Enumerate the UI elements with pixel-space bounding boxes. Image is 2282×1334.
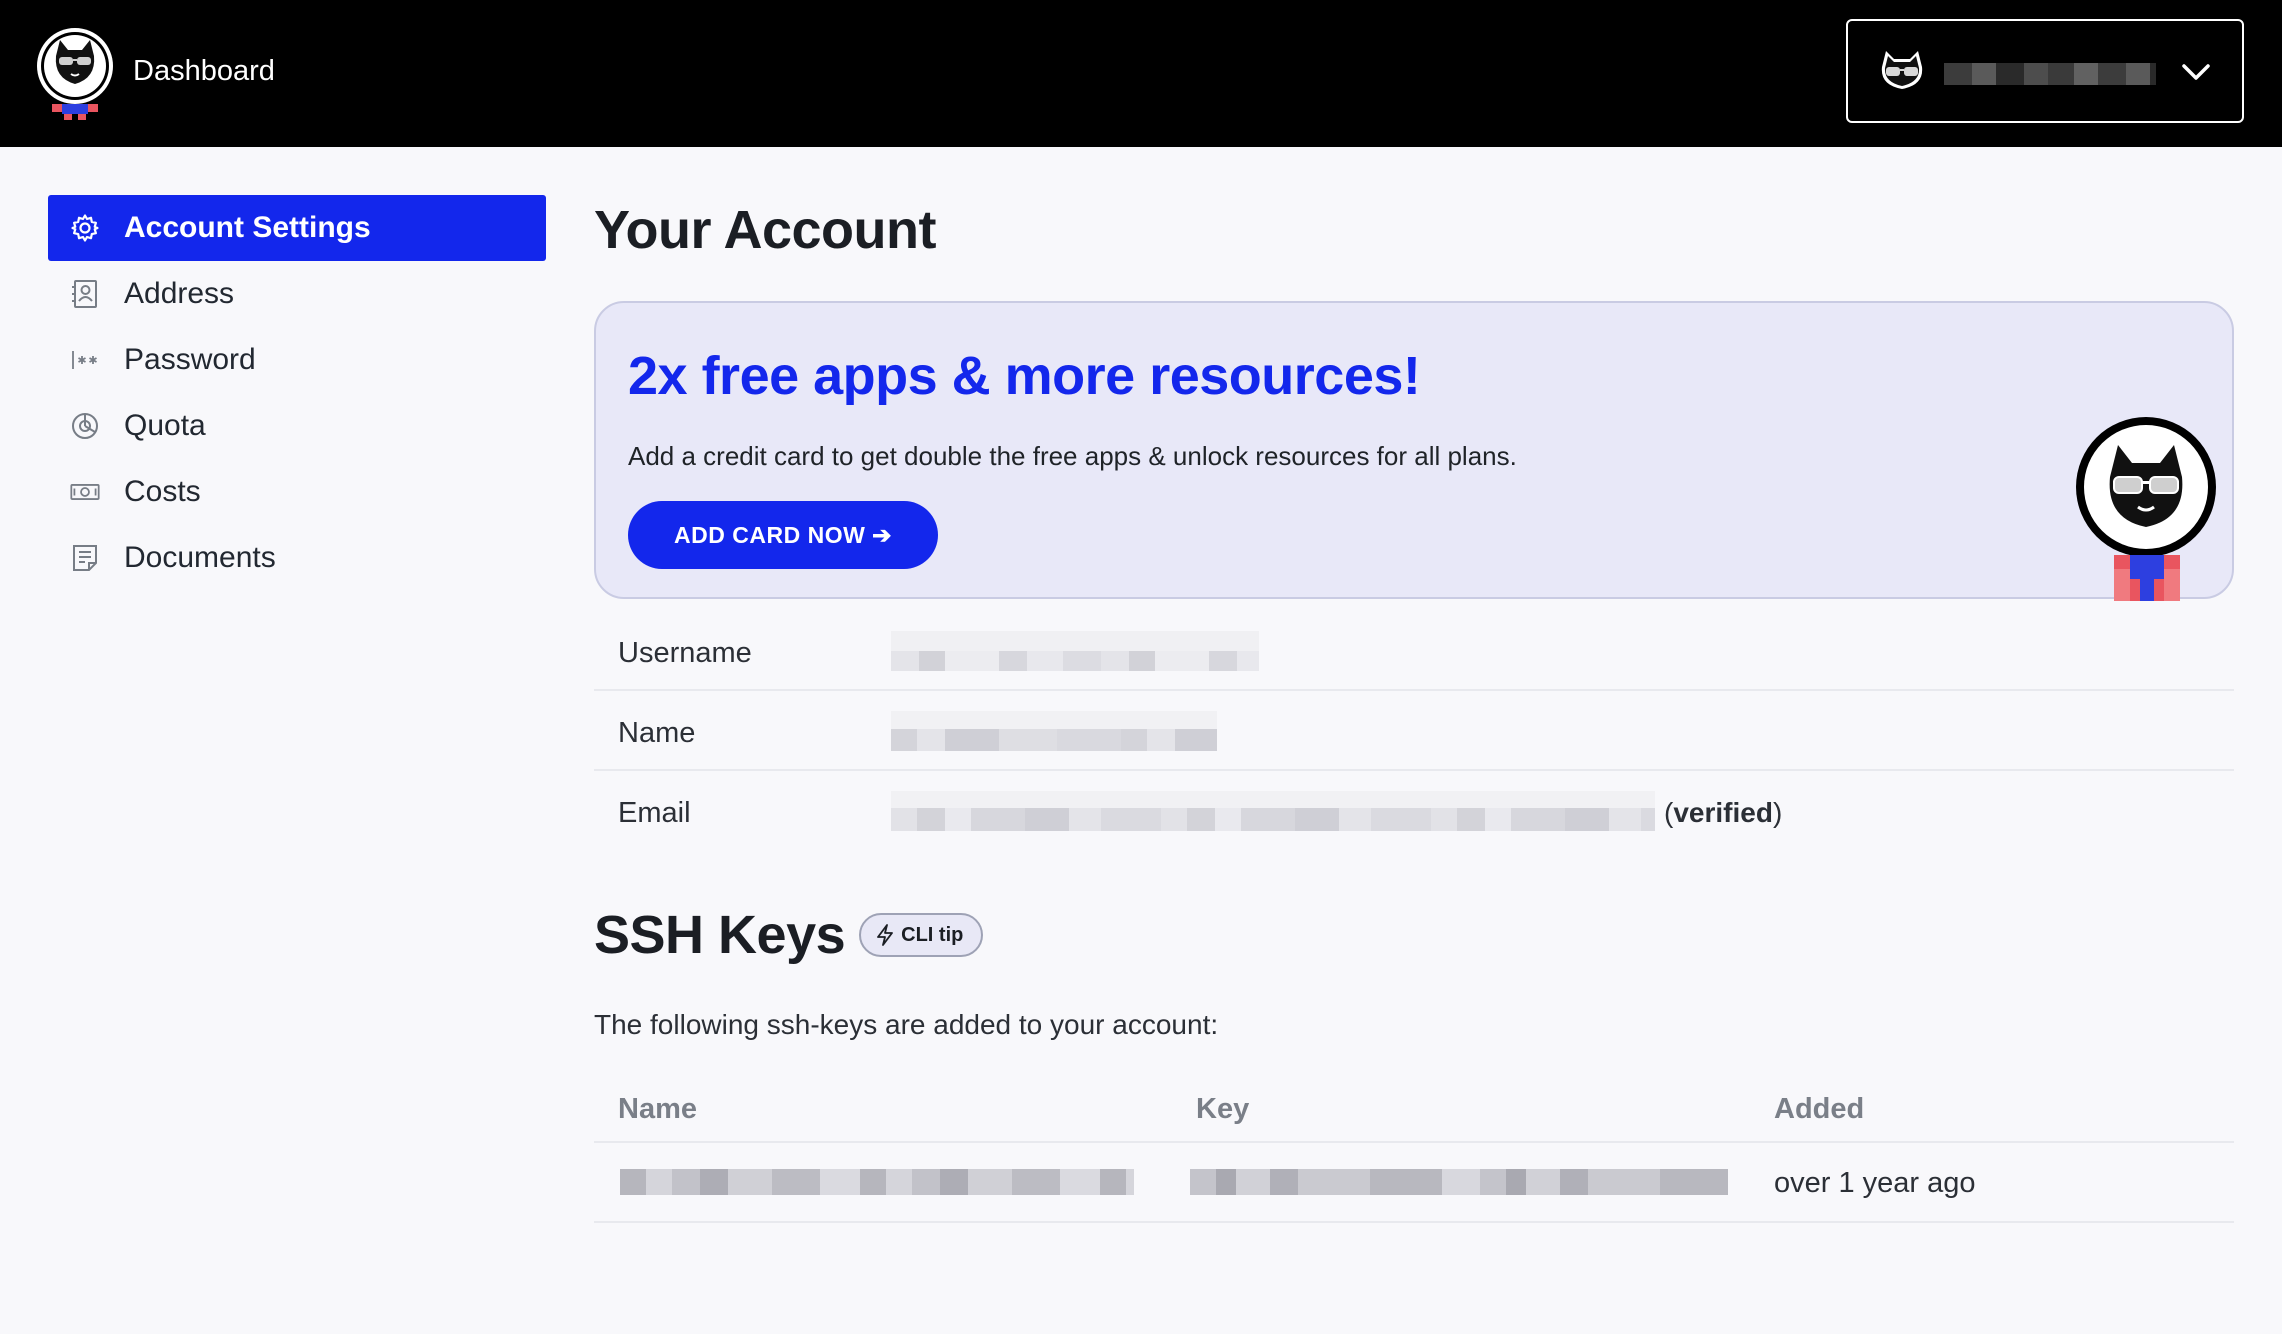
- page-title: Your Account: [594, 200, 937, 260]
- cat-sunglasses-avatar-icon: [1876, 47, 1930, 91]
- password-asterisk-icon: [70, 345, 100, 375]
- sidebar-item-documents[interactable]: Documents: [48, 525, 546, 591]
- sidebar-item-label: Address: [124, 277, 235, 310]
- sidebar-item-password[interactable]: Password: [48, 327, 546, 393]
- name-value-redacted: [891, 711, 1217, 751]
- sidebar-item-label: Quota: [124, 409, 206, 442]
- ssh-keys-title: SSH Keys: [594, 905, 846, 965]
- banknote-icon: [70, 477, 100, 507]
- ssh-keys-description: The following ssh-keys are added to your…: [594, 1009, 1219, 1040]
- ssh-table-header: Name Key Added: [594, 1083, 2234, 1143]
- sidebar-item-label: Password: [124, 343, 256, 376]
- gear-icon: [70, 213, 100, 243]
- pie-chart-icon: [70, 411, 100, 441]
- name-label: Name: [618, 717, 696, 749]
- cli-tip-label: CLI tip: [901, 923, 964, 946]
- sidebar-item-label: Account Settings: [124, 211, 371, 244]
- verified-label: verified: [1673, 797, 1773, 828]
- top-bar: Dashboard: [0, 0, 2282, 147]
- promo-text: Add a credit card to get double the free…: [628, 441, 1517, 471]
- column-header-key: Key: [1196, 1093, 1250, 1125]
- column-header-name: Name: [618, 1093, 697, 1125]
- cat-astronaut-mascot-icon: [2074, 415, 2224, 601]
- lightning-bolt-icon: [877, 924, 894, 946]
- chevron-down-icon: [2178, 57, 2214, 87]
- ssh-key-value-redacted: [1190, 1169, 1728, 1195]
- sidebar-item-costs[interactable]: Costs: [48, 459, 546, 525]
- sidebar-nav: Account Settings Address Password Quota …: [48, 195, 546, 591]
- user-menu-dropdown[interactable]: [1846, 19, 2244, 123]
- ssh-key-added: over 1 year ago: [1774, 1167, 1976, 1199]
- cat-astronaut-logo-icon[interactable]: [34, 26, 116, 124]
- email-value-redacted: [891, 791, 1655, 831]
- username-value-redacted: [891, 631, 1259, 671]
- email-label: Email: [618, 797, 691, 829]
- sidebar-item-quota[interactable]: Quota: [48, 393, 546, 459]
- ssh-keys-table: Name Key Added over 1 year ago: [594, 1083, 2234, 1223]
- account-info-table: Username Name Email (verified): [594, 611, 2234, 851]
- promo-title: 2x free apps & more resources!: [628, 346, 1421, 406]
- sidebar-item-label: Documents: [124, 541, 276, 574]
- brand-title[interactable]: Dashboard: [133, 55, 275, 88]
- cli-tip-button[interactable]: CLI tip: [859, 913, 984, 957]
- username-redacted: [1944, 63, 2156, 85]
- main-content: Your Account 2x free apps & more resourc…: [594, 195, 2234, 1223]
- username-label: Username: [618, 637, 752, 669]
- promo-banner: 2x free apps & more resources! Add a cre…: [594, 301, 2234, 601]
- contact-card-icon: [70, 279, 100, 309]
- sidebar-item-address[interactable]: Address: [48, 261, 546, 327]
- column-header-added: Added: [1774, 1093, 1865, 1125]
- username-row: Username: [594, 611, 2234, 691]
- email-row: Email (verified): [594, 771, 2234, 851]
- email-verified-status: (verified): [1664, 797, 1783, 828]
- sidebar-item-account-settings[interactable]: Account Settings: [48, 195, 546, 261]
- table-row: over 1 year ago: [594, 1143, 2234, 1223]
- ssh-key-name-redacted: [620, 1169, 1134, 1195]
- sidebar-item-label: Costs: [124, 475, 201, 508]
- ssh-keys-header: SSH Keys CLI tip: [594, 903, 2234, 967]
- add-card-button[interactable]: ADD CARD NOW ➔: [628, 501, 938, 569]
- document-icon: [70, 543, 100, 573]
- name-row: Name: [594, 691, 2234, 771]
